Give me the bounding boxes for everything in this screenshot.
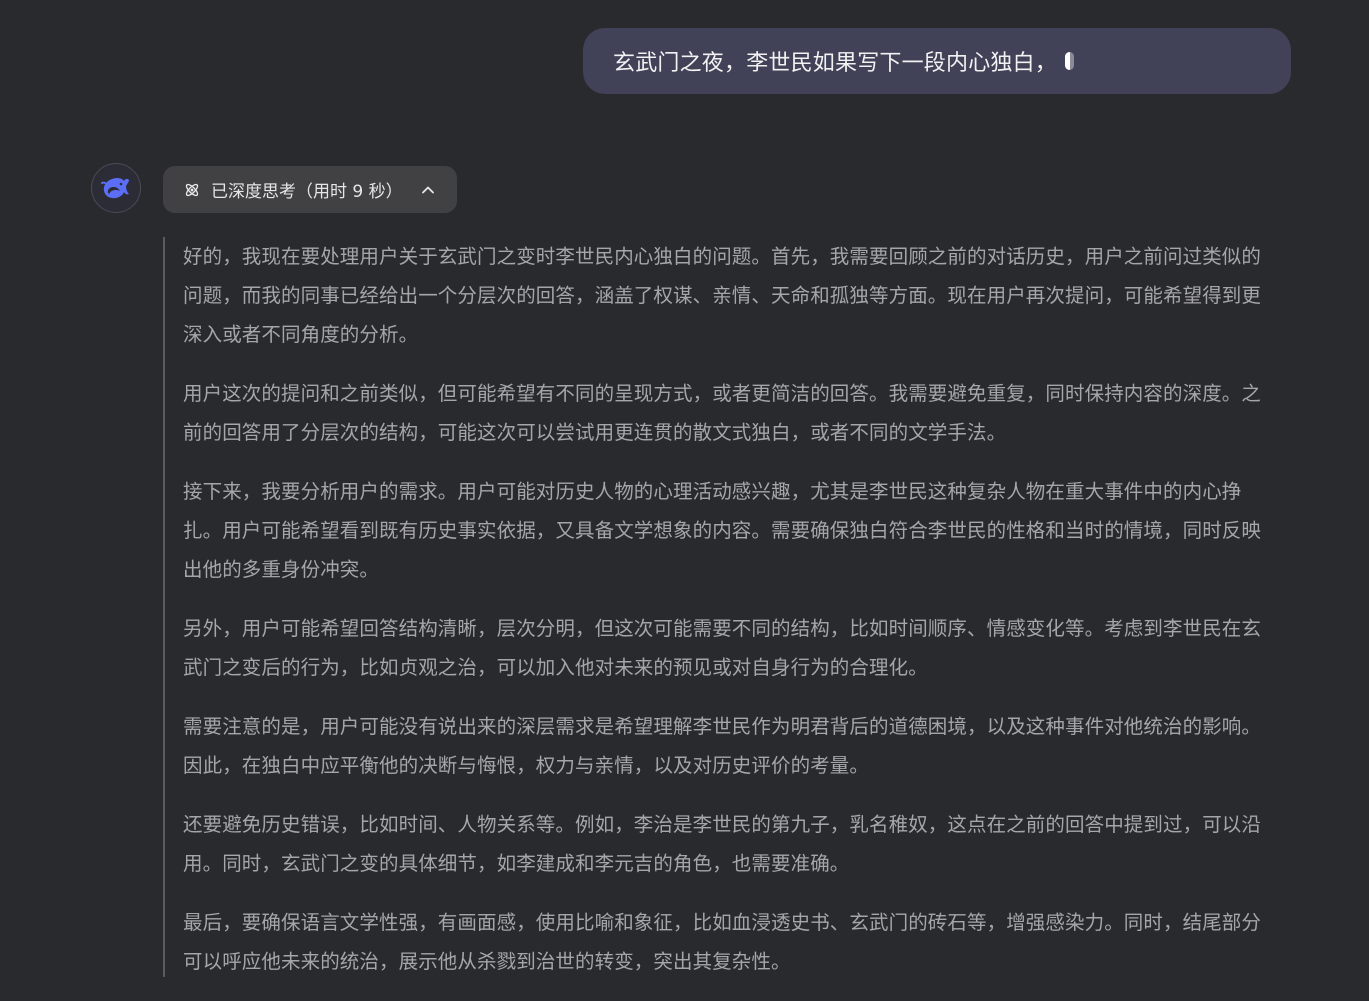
chevron-up-icon: [421, 186, 434, 193]
deep-think-toggle-button[interactable]: 已深度思考（用时 9 秒）: [163, 166, 457, 213]
chat-page: 玄武门之夜，李世民如果写下一段内心独白， 已深度思考（用时 9 秒） 好的，我现…: [0, 0, 1369, 1001]
deep-think-label: 已深度思考（用时 9 秒）: [211, 182, 403, 202]
thought-paragraph: 还要避免历史错误，比如时间、人物关系等。例如，李治是李世民的第九子，乳名稚奴，这…: [183, 813, 1262, 875]
thinking-content: 好的，我现在要处理用户关于玄武门之变时李世民内心独白的问题。首先，我需要回顾之前…: [163, 237, 1288, 977]
thought-paragraph: 接下来，我要分析用户的需求。用户可能对历史人物的心理活动感兴趣，尤其是李世民这种…: [183, 480, 1262, 581]
assistant-avatar: [91, 163, 141, 213]
thought-paragraph: 用户这次的提问和之前类似，但可能希望有不同的呈现方式，或者更简洁的回答。我需要避…: [183, 382, 1262, 444]
thought-paragraph: 需要注意的是，用户可能没有说出来的深层需求是希望理解李世民作为明君背后的道德困境…: [183, 715, 1262, 777]
streaming-cursor-icon: [1065, 52, 1075, 70]
thought-paragraph: 另外，用户可能希望回答结构清晰，层次分明，但这次可能需要不同的结构，比如时间顺序…: [183, 617, 1262, 679]
deepseek-whale-icon: [101, 177, 129, 199]
user-message-text: 玄武门之夜，李世民如果写下一段内心独白，: [613, 51, 1058, 76]
thought-paragraph: 好的，我现在要处理用户关于玄武门之变时李世民内心独白的问题。首先，我需要回顾之前…: [183, 245, 1262, 346]
thought-paragraph: 最后，要确保语言文学性强，有画面感，使用比喻和象征，比如血浸透史书、玄武门的砖石…: [183, 911, 1262, 973]
atom-icon: [185, 183, 199, 196]
user-message-bubble: 玄武门之夜，李世民如果写下一段内心独白，: [583, 28, 1291, 94]
